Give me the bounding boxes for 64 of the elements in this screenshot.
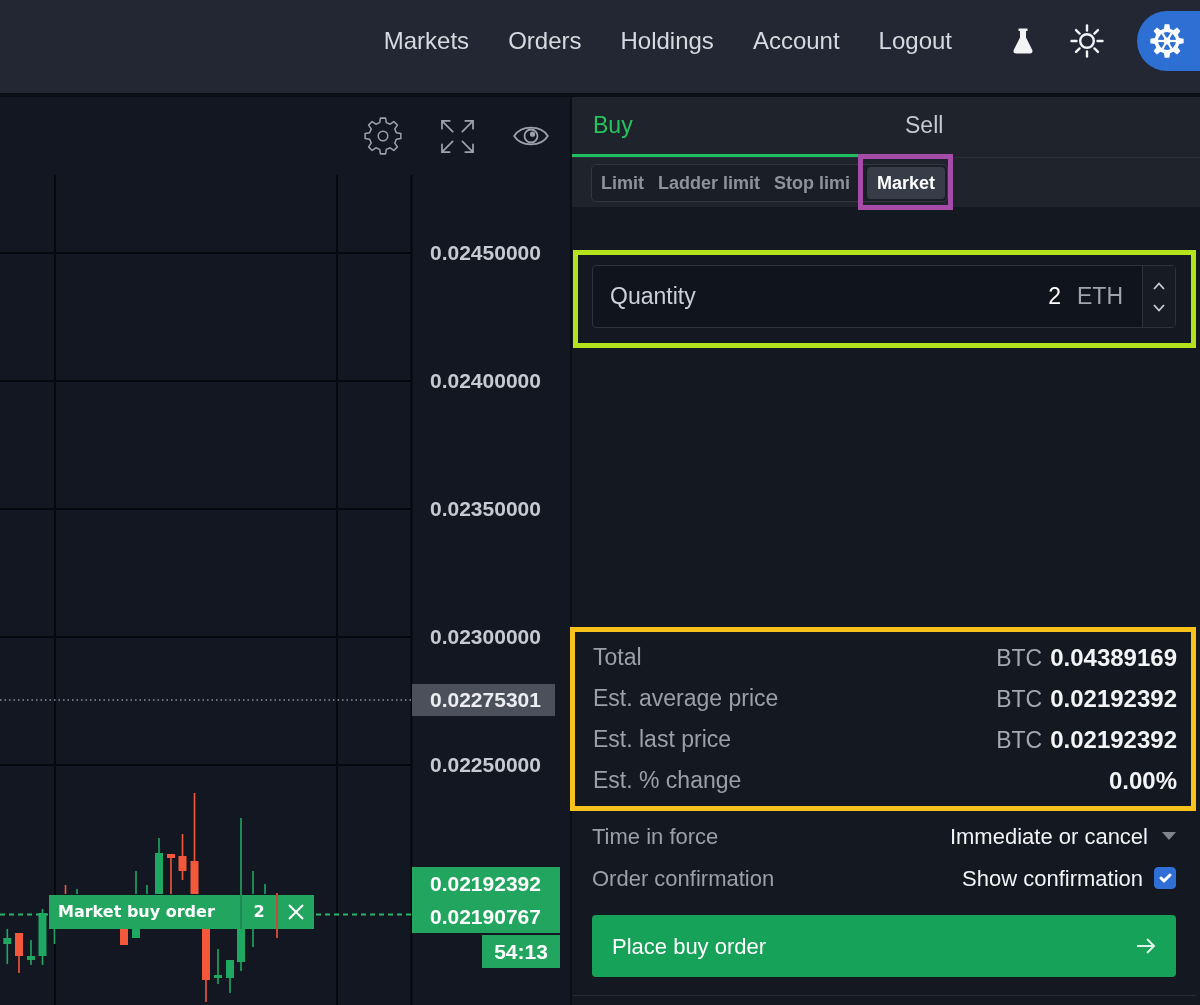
- close-icon: [288, 904, 304, 920]
- eye-icon[interactable]: [513, 124, 549, 148]
- close-button[interactable]: [278, 895, 314, 929]
- price-tag: 0.02192392: [412, 867, 560, 900]
- gear-icon[interactable]: [1150, 24, 1184, 58]
- summary-label: Total: [593, 643, 642, 673]
- countdown-tag: 54:13: [482, 935, 560, 968]
- order-type-tab[interactable]: Limit: [594, 166, 651, 199]
- candle: [155, 837, 163, 895]
- currency-label: BTC: [996, 684, 1043, 714]
- candle: [178, 833, 187, 881]
- order-price-line: [0, 913, 49, 916]
- candle: [38, 908, 47, 966]
- order-tag: Market buy order: [49, 895, 240, 929]
- candle: [15, 932, 23, 974]
- summary-value: 0.00%: [1108, 765, 1177, 796]
- nav-link[interactable]: Markets: [383, 26, 470, 56]
- axis-label: 0.02400000: [430, 368, 541, 394]
- time-in-force-dropdown[interactable]: Immediate or cancel: [949, 819, 1176, 853]
- candle: [226, 959, 234, 994]
- nav-link[interactable]: Orders: [508, 26, 582, 56]
- axis-label: 0.02450000: [430, 240, 541, 266]
- confirmation-checkbox[interactable]: [1154, 867, 1176, 889]
- nav-link[interactable]: Holdings: [620, 26, 714, 56]
- candle: [27, 939, 35, 966]
- order-type-tab[interactable]: Stop limi: [767, 166, 857, 199]
- summary-value: 0.02192392: [1050, 724, 1177, 755]
- summary-label: Est. % change: [593, 766, 742, 796]
- summary-label: Est. average price: [593, 684, 779, 714]
- nav-link[interactable]: Account: [752, 26, 840, 56]
- last-price-tag: 0.02275301: [412, 684, 555, 716]
- summary-label: Est. last price: [593, 725, 732, 755]
- candle: [3, 928, 12, 965]
- quantity-input[interactable]: 2: [1037, 279, 1061, 314]
- expand-icon[interactable]: [441, 119, 474, 153]
- axis-label: 0.02250000: [430, 752, 541, 778]
- order-quantity: 2: [242, 895, 276, 929]
- chevron-down-icon[interactable]: [1153, 303, 1165, 312]
- option-label: Time in force: [592, 822, 719, 851]
- side-tab[interactable]: Sell: [872, 97, 1172, 157]
- gear-icon[interactable]: [364, 117, 402, 155]
- summary-value: 0.04389169: [1050, 642, 1177, 673]
- order-type-tab[interactable]: Market: [867, 166, 946, 199]
- arrow-right-icon: [1136, 937, 1156, 955]
- flask-icon[interactable]: [1013, 28, 1033, 54]
- price-tag: 0.02190767: [412, 900, 560, 933]
- unit-label: ETH: [1077, 282, 1123, 312]
- field-label: Quantity: [610, 282, 697, 312]
- candle: [64, 884, 67, 895]
- candle: [167, 853, 175, 895]
- currency-label: BTC: [996, 643, 1043, 673]
- axis-label: 0.02300000: [430, 624, 541, 650]
- nav-link[interactable]: Logout: [878, 26, 952, 56]
- axis-label: 0.02350000: [430, 496, 541, 522]
- candle: [214, 948, 222, 985]
- summary-value: 0.02192392: [1050, 683, 1177, 714]
- caret-icon: [1162, 832, 1176, 840]
- order-type-tab[interactable]: Ladder limit: [651, 166, 767, 199]
- option-label: Order confirmation: [592, 864, 775, 893]
- sun-icon[interactable]: [1070, 24, 1104, 58]
- currency-label: BTC: [996, 725, 1043, 755]
- settings-button[interactable]: [1137, 11, 1200, 71]
- checkbox-label: Show confirmation: [962, 864, 1143, 893]
- chevron-up-icon[interactable]: [1153, 281, 1165, 290]
